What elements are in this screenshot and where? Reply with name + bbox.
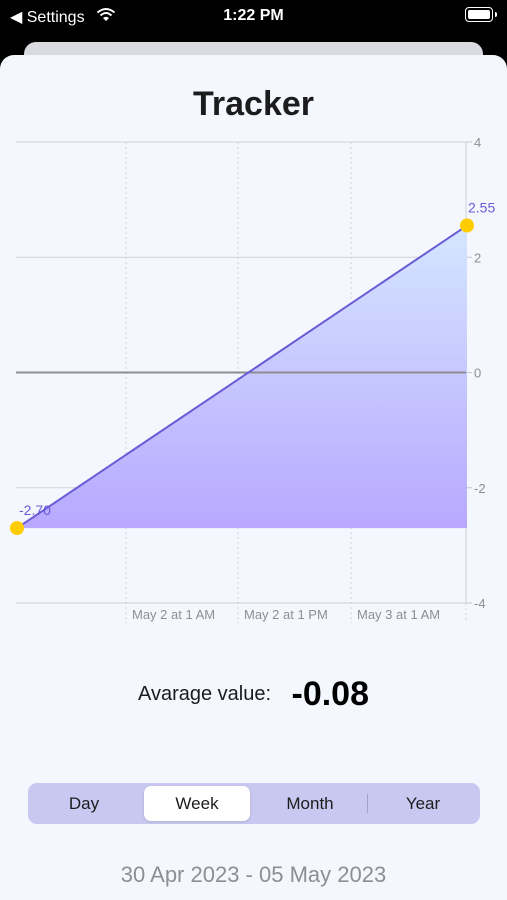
segment-divider <box>367 794 368 813</box>
tracker-sheet: Tracker 4 2 0 -2 -4 May 2 at 1 AM May 2 at 1 … <box>0 55 507 900</box>
y-tick-label: -4 <box>474 596 486 611</box>
tracker-chart: 4 2 0 -2 -4 May 2 at 1 AM May 2 at 1 PM May 3 … <box>10 135 495 623</box>
data-point[interactable] <box>10 521 24 536</box>
average-label: Avarage value: <box>137 683 272 705</box>
data-point-label: -2.70 <box>19 502 51 518</box>
x-tick-label: May 2 at 1 PM <box>244 607 328 622</box>
segment-day[interactable]: Day <box>31 786 137 821</box>
status-time: 1:22 PM <box>223 7 284 24</box>
date-range: 30 Apr 2023 - 05 May 2023 <box>120 862 387 887</box>
average-display: Avarage value: -0.08 <box>0 675 507 714</box>
segment-week[interactable]: Week <box>144 786 250 821</box>
y-tick-label: -2 <box>474 481 486 496</box>
page-title: Tracker <box>193 85 314 123</box>
segment-year[interactable]: Year <box>370 786 476 821</box>
period-segmented-control: Day Week Month Year <box>28 783 480 824</box>
segment-month[interactable]: Month <box>257 786 363 821</box>
y-tick-label: 4 <box>474 135 481 150</box>
data-point[interactable] <box>460 218 474 233</box>
average-value: -0.08 <box>291 675 370 713</box>
data-point-label: 2.55 <box>468 200 495 216</box>
x-tick-label: May 2 at 1 AM <box>132 607 215 622</box>
battery-icon <box>465 7 497 22</box>
y-tick-label: 2 <box>474 250 481 265</box>
status-bar: ◀ Settings 1:22 PM <box>0 0 507 32</box>
y-tick-label: 0 <box>474 366 481 381</box>
x-tick-label: May 3 at 1 AM <box>357 607 440 622</box>
